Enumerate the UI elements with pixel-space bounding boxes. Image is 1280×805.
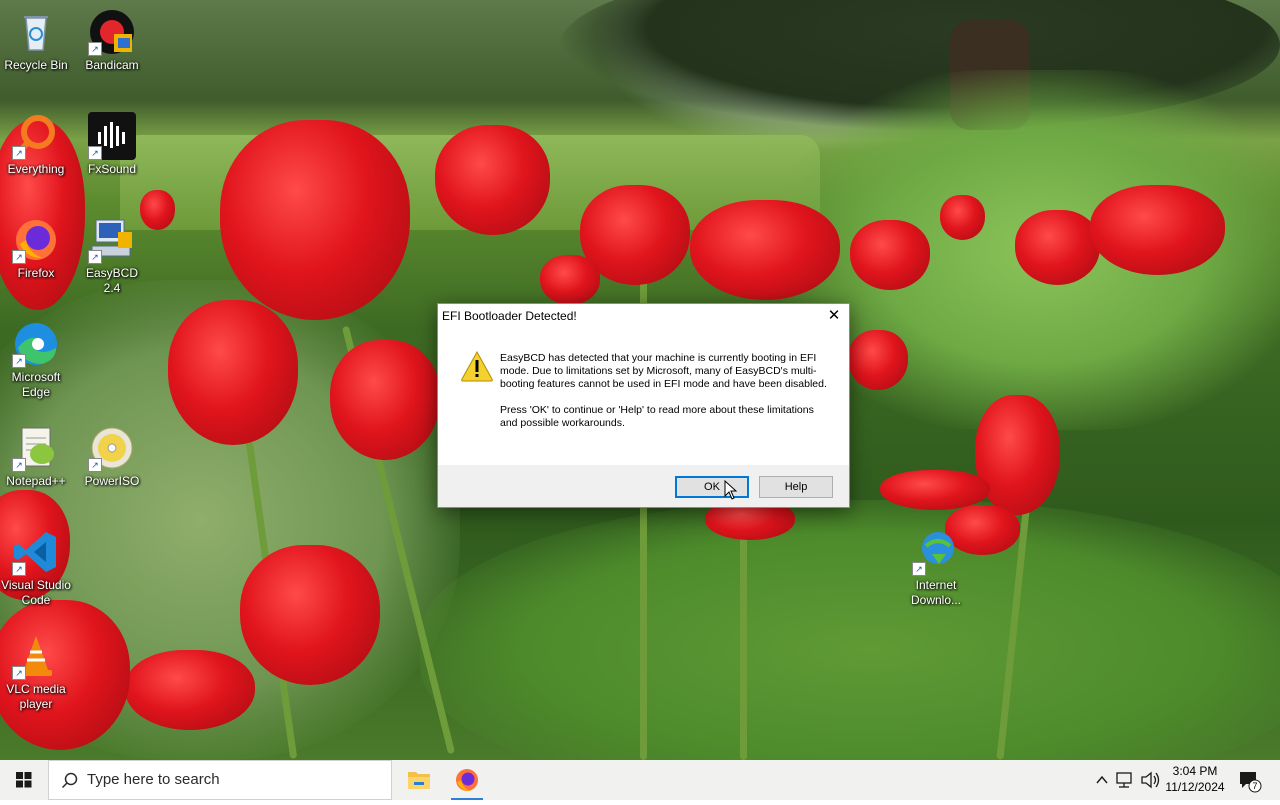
recycle-bin-icon (12, 8, 60, 56)
wallpaper-tulip (220, 120, 410, 320)
shortcut-arrow-icon: ↗ (12, 354, 26, 368)
clock-date: 11/12/2024 (1165, 780, 1225, 794)
desktop-icon-label: PowerISO (84, 474, 140, 488)
idm-icon: ↗ (912, 528, 960, 576)
desktop-icon-label: VLC media player (6, 682, 66, 711)
wallpaper-stem (740, 520, 747, 760)
taskbar: Type here to search 3:04 PM 11/12/2024 7 (0, 760, 1280, 800)
wallpaper-tulip (435, 125, 550, 235)
dialog-message-text: Press 'OK' to continue or 'Help' to read… (500, 404, 814, 429)
warning-icon (460, 350, 494, 382)
wallpaper-tulip (940, 195, 985, 240)
wallpaper-foliage (420, 500, 1280, 760)
desktop-icon-label: EasyBCD 2.4 (85, 266, 138, 295)
action-center-button[interactable]: 7 (1234, 768, 1264, 794)
dialog-body: EasyBCD has detected that your machine i… (438, 328, 849, 465)
wallpaper-tulip (168, 300, 298, 445)
file-explorer-icon (408, 772, 430, 789)
desktop-icon-easybcd[interactable]: ↗ EasyBCD 2.4 (76, 216, 148, 296)
shortcut-arrow-icon: ↗ (12, 666, 26, 680)
notepadpp-icon: ↗ (12, 424, 60, 472)
wallpaper-tulip (880, 470, 990, 510)
desktop-icon-poweriso[interactable]: ↗ PowerISO (76, 424, 148, 489)
help-button[interactable]: Help (759, 476, 833, 498)
vscode-icon: ↗ (12, 528, 60, 576)
desktop-icon-firefox[interactable]: ↗ Firefox (0, 216, 72, 281)
everything-icon: ↗ (12, 112, 60, 160)
desktop-icon-label: Bandicam (85, 58, 139, 72)
desktop-icon-label: Visual Studio Code (1, 578, 71, 607)
shortcut-arrow-icon: ↗ (88, 146, 102, 160)
wallpaper-tulip (850, 220, 930, 290)
wallpaper-tulip (240, 545, 380, 685)
poweriso-icon: ↗ (88, 424, 136, 472)
network-icon (1116, 772, 1132, 788)
wallpaper-tulip (975, 395, 1060, 515)
dialog-message: EasyBCD has detected that your machine i… (500, 352, 830, 443)
wallpaper-tulip (1015, 210, 1100, 285)
shortcut-arrow-icon: ↗ (88, 458, 102, 472)
easybcd-icon: ↗ (88, 216, 136, 264)
search-box[interactable]: Type here to search (48, 760, 392, 800)
desktop-icon-fxsound[interactable]: ↗ FxSound (76, 112, 148, 177)
dialog-title: EFI Bootloader Detected! (442, 309, 577, 323)
windows-logo-icon (16, 772, 32, 788)
desktop-icon-edge[interactable]: ↗ Microsoft Edge (0, 320, 72, 400)
fxsound-icon: ↗ (88, 112, 136, 160)
wallpaper-tulip (1090, 185, 1225, 275)
wallpaper-tulip (330, 340, 440, 460)
desktop-icon-label: Everything (7, 162, 65, 176)
show-hidden-icons-button[interactable] (1094, 760, 1110, 800)
wallpaper-tulip (690, 200, 840, 300)
taskbar-file-explorer[interactable] (395, 760, 443, 800)
desktop-icon-label: FxSound (87, 162, 137, 176)
firefox-icon (456, 769, 478, 791)
desktop-icon-recycle-bin[interactable]: Recycle Bin (0, 8, 72, 73)
desktop-icon-label: Recycle Bin (4, 58, 68, 72)
dialog-message-text: EasyBCD has detected that your machine i… (500, 352, 827, 390)
desktop-icon-label: Firefox (17, 266, 55, 280)
edge-icon: ↗ (12, 320, 60, 368)
desktop-icon-idm[interactable]: ↗ Internet Downlo... (900, 528, 972, 608)
search-icon (61, 772, 79, 795)
taskbar-clock[interactable]: 3:04 PM 11/12/2024 (1160, 763, 1230, 795)
wallpaper-tulip (540, 255, 600, 305)
speaker-icon (1141, 771, 1160, 789)
shortcut-arrow-icon: ↗ (12, 458, 26, 472)
wallpaper-tulip (125, 650, 255, 730)
desktop-icon-everything[interactable]: ↗ Everything (0, 112, 72, 177)
shortcut-arrow-icon: ↗ (12, 250, 26, 264)
volume-button[interactable] (1139, 760, 1161, 800)
desktop-icon-label: Notepad++ (6, 474, 66, 488)
search-input[interactable]: Type here to search (87, 761, 220, 799)
mouse-cursor-icon (724, 479, 738, 505)
notification-count-badge: 7 (1252, 781, 1258, 791)
bandicam-icon: ↗ (88, 8, 136, 56)
shortcut-arrow-icon: ↗ (12, 146, 26, 160)
desktop-icon-bandicam[interactable]: ↗ Bandicam (76, 8, 148, 73)
firefox-icon: ↗ (12, 216, 60, 264)
shortcut-arrow-icon: ↗ (88, 42, 102, 56)
close-icon[interactable]: ✕ (825, 307, 843, 325)
shortcut-arrow-icon: ↗ (88, 250, 102, 264)
desktop-icon-label: Microsoft Edge (11, 370, 61, 399)
vlc-icon: ↗ (12, 632, 60, 680)
desktop-icon-label: Internet Downlo... (910, 578, 962, 607)
shortcut-arrow-icon: ↗ (12, 562, 26, 576)
chevron-up-icon (1096, 775, 1108, 784)
desktop-icon-notepadpp[interactable]: ↗ Notepad++ (0, 424, 72, 489)
desktop-icon-vlc[interactable]: ↗ VLC media player (0, 632, 72, 712)
dialog-button-bar: OK Help (438, 465, 849, 507)
clock-time: 3:04 PM (1172, 764, 1218, 778)
desktop-icon-vscode[interactable]: ↗ Visual Studio Code (0, 528, 72, 608)
efi-bootloader-dialog: EFI Bootloader Detected! ✕ EasyBCD has d… (437, 303, 850, 508)
start-button[interactable] (0, 760, 48, 800)
taskbar-firefox[interactable] (443, 760, 491, 800)
wallpaper-tulip (848, 330, 908, 390)
shortcut-arrow-icon: ↗ (912, 562, 926, 576)
network-button[interactable] (1114, 760, 1136, 800)
